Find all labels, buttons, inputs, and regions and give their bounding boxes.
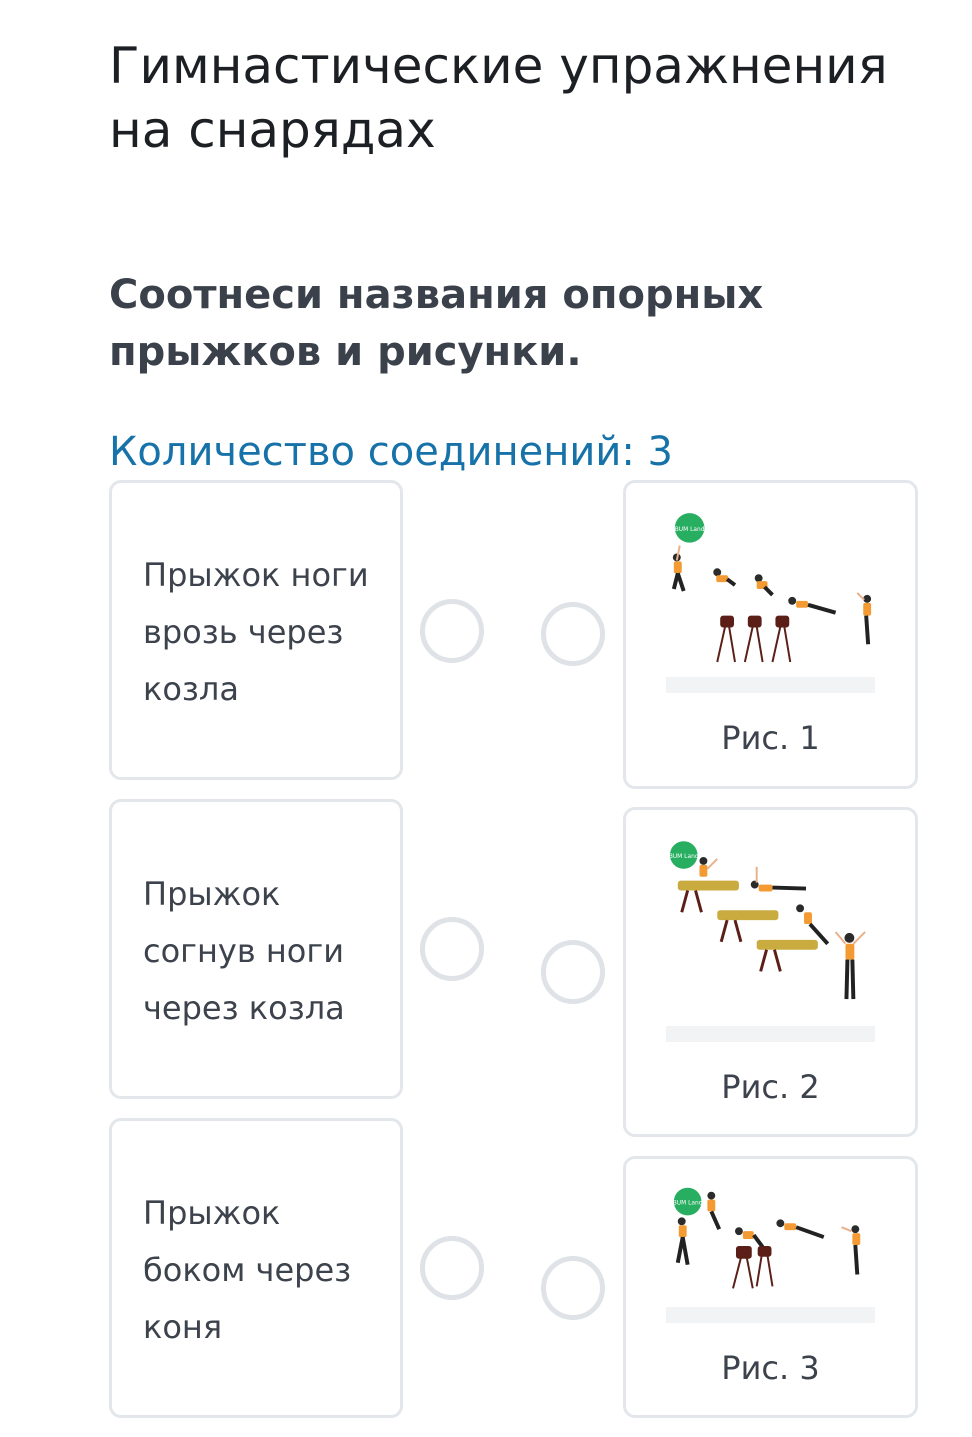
left-connector-3[interactable]: [420, 1236, 484, 1300]
left-card-label: Прыжок согнув ноги через козла: [143, 875, 345, 1027]
right-connector-1[interactable]: [541, 602, 605, 666]
right-card-2[interactable]: BUM Land Рис. 2: [623, 807, 918, 1137]
left-card-label: Прыжок боком через коня: [143, 1194, 352, 1346]
right-card-1[interactable]: BUM Land Рис. 1: [623, 480, 918, 789]
logo-text: BUM Land: [673, 1201, 703, 1207]
logo-badge: BUM Land: [669, 841, 699, 869]
figure-caption: Рис. 1: [721, 719, 820, 757]
figure-floor: [666, 677, 875, 693]
figure-1-illustration: BUM Land: [662, 505, 879, 675]
figure-caption: Рис. 2: [721, 1068, 820, 1106]
figure-caption: Рис. 3: [721, 1349, 820, 1387]
page-title: Гимнастические упражнения на снарядах: [109, 37, 888, 159]
logo-text: BUM Land: [675, 527, 705, 533]
left-card-label: Прыжок ноги врозь через козла: [143, 556, 369, 708]
right-card-3[interactable]: BUM Land Рис. 3: [623, 1156, 918, 1418]
left-card-3[interactable]: Прыжок боком через коня: [109, 1118, 403, 1418]
left-card-1[interactable]: Прыжок ноги врозь через козла: [109, 480, 403, 780]
right-connector-2[interactable]: [541, 940, 605, 1004]
figure-2-illustration: BUM Land: [662, 832, 879, 1024]
figure-floor: [666, 1026, 875, 1042]
right-connector-3[interactable]: [541, 1256, 605, 1320]
left-connector-2[interactable]: [420, 917, 484, 981]
connections-counter: Количество соединений: 3: [109, 429, 674, 475]
figure-floor: [666, 1307, 875, 1323]
left-connector-1[interactable]: [420, 599, 484, 663]
logo-text: BUM Land: [669, 854, 699, 860]
left-card-2[interactable]: Прыжок согнув ноги через козла: [109, 799, 403, 1099]
task-instruction: Соотнеси названия опорных прыжков и рису…: [109, 272, 764, 375]
figure-3-illustration: BUM Land: [662, 1181, 879, 1303]
logo-badge: BUM Land: [675, 513, 705, 543]
logo-badge: BUM Land: [673, 1187, 703, 1216]
